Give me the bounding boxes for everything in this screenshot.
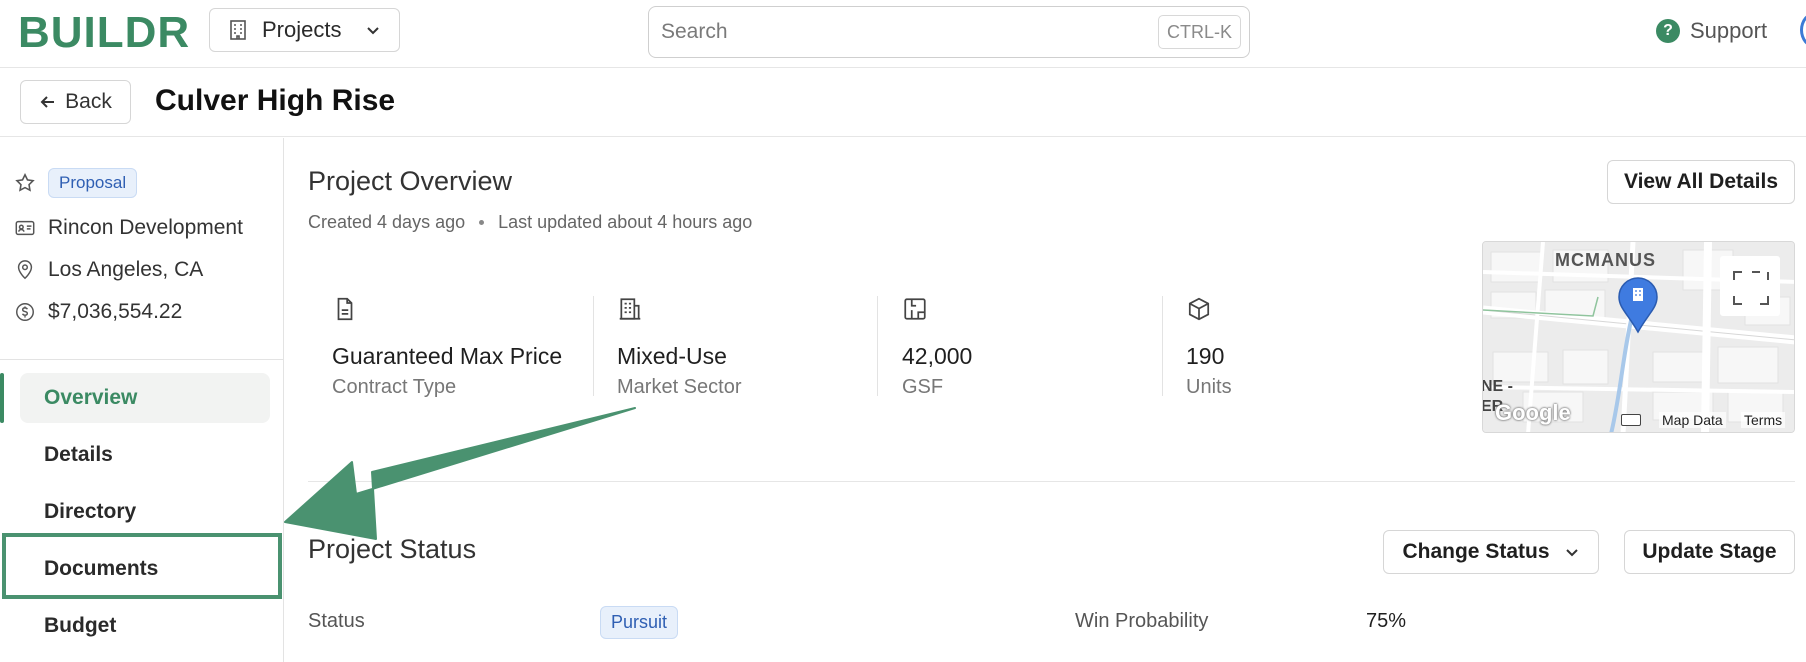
stat-units: 190 Units xyxy=(1186,296,1446,399)
stage-badge: Proposal xyxy=(48,168,138,198)
stat-value: 190 xyxy=(1186,343,1225,369)
location-row: Los Angeles, CA xyxy=(14,258,203,282)
stat-value: Mixed-Use xyxy=(617,343,727,369)
building-icon xyxy=(619,298,641,320)
back-label: Back xyxy=(65,90,112,113)
star-icon[interactable] xyxy=(14,172,36,194)
win-probability-label: Win Probability xyxy=(1075,610,1209,632)
stat-divider xyxy=(1162,296,1163,396)
id-card-icon xyxy=(15,220,35,236)
support-label: Support xyxy=(1690,18,1768,43)
stat-label: Units xyxy=(1186,376,1232,398)
section-divider xyxy=(308,481,1795,482)
map-terms-link[interactable]: Terms xyxy=(1741,412,1786,428)
updated-text: Last updated about 4 hours ago xyxy=(498,212,753,232)
stat-label: GSF xyxy=(902,376,944,398)
created-text: Created 4 days ago xyxy=(308,212,466,232)
sidebar-item-details[interactable]: Details xyxy=(20,430,270,480)
help-icon: ? xyxy=(1656,19,1680,43)
project-location-map[interactable]: MCMANUS NE - ER Google Map Data Terms xyxy=(1482,241,1795,433)
change-status-label: Change Status xyxy=(1402,540,1550,563)
view-all-details-button[interactable]: View All Details xyxy=(1607,160,1795,204)
google-logo: Google xyxy=(1495,400,1571,425)
page-header: Back Culver High Rise xyxy=(0,68,1806,137)
search-placeholder: Search xyxy=(661,20,728,43)
sidebar-item-directory[interactable]: Directory xyxy=(20,487,270,537)
change-status-button[interactable]: Change Status xyxy=(1383,530,1599,574)
keyboard-icon[interactable] xyxy=(1621,414,1641,426)
map-area-label: MCMANUS xyxy=(1555,250,1656,270)
projects-label: Projects xyxy=(262,17,342,42)
status-badge: Pursuit xyxy=(600,606,679,639)
cube-icon xyxy=(1188,297,1210,321)
map-pin-icon xyxy=(17,260,33,280)
active-indicator xyxy=(0,373,4,423)
map-edge-label: NE - xyxy=(1482,378,1513,395)
overview-title: Project Overview xyxy=(308,166,513,196)
stat-gsf: 42,000 GSF xyxy=(902,296,1162,399)
company-name: Rincon Development xyxy=(48,216,243,239)
search-input[interactable]: Search CTRL-K xyxy=(648,6,1250,58)
sidebar-divider xyxy=(0,359,284,360)
stat-label: Contract Type xyxy=(332,376,457,398)
page-title: Culver High Rise xyxy=(155,84,396,117)
arrow-left-icon xyxy=(40,96,55,108)
support-link[interactable]: ? Support xyxy=(1656,18,1767,44)
top-navbar: BUILDR Projects Search CTRL-K ? Support xyxy=(0,0,1806,68)
stat-value: Guaranteed Max Price xyxy=(332,343,563,369)
sidebar-item-overview[interactable]: Overview xyxy=(20,373,270,423)
location-text: Los Angeles, CA xyxy=(48,258,204,281)
avatar[interactable] xyxy=(1800,12,1806,48)
chevron-down-icon xyxy=(1565,549,1578,557)
update-stage-button[interactable]: Update Stage xyxy=(1624,530,1795,574)
buildr-logo[interactable]: BUILDR xyxy=(18,8,190,58)
dollar-circle-icon xyxy=(16,303,34,321)
status-title: Project Status xyxy=(308,534,477,564)
stat-label: Market Sector xyxy=(617,376,742,398)
separator-dot xyxy=(479,220,485,225)
stat-value: 42,000 xyxy=(902,343,973,369)
stat-divider xyxy=(877,296,878,396)
status-label: Status xyxy=(308,610,365,632)
stat-market-sector: Mixed-Use Market Sector xyxy=(617,296,877,399)
map-data-link[interactable]: Map Data xyxy=(1659,412,1726,428)
projects-dropdown[interactable]: Projects xyxy=(209,8,400,52)
win-probability-value: 75% xyxy=(1366,610,1407,632)
stage-row: Proposal xyxy=(14,168,138,198)
stat-contract-type: Guaranteed Max Price Contract Type xyxy=(332,296,594,399)
overview-timestamps: Created 4 days ago Last updated about 4 … xyxy=(308,212,752,233)
amount-row: $7,036,554.22 xyxy=(14,300,182,324)
document-icon xyxy=(337,297,353,321)
stat-divider xyxy=(593,296,594,396)
building-icon xyxy=(230,20,246,40)
chevron-down-icon xyxy=(367,27,379,35)
floorplan-icon xyxy=(904,298,926,320)
search-shortcut: CTRL-K xyxy=(1157,15,1241,49)
sidebar-item-budget[interactable]: Budget xyxy=(20,601,270,651)
back-button[interactable]: Back xyxy=(20,80,131,124)
budget-amount: $7,036,554.22 xyxy=(48,300,183,323)
company-row: Rincon Development xyxy=(14,216,243,240)
annotation-highlight-box xyxy=(2,533,282,599)
